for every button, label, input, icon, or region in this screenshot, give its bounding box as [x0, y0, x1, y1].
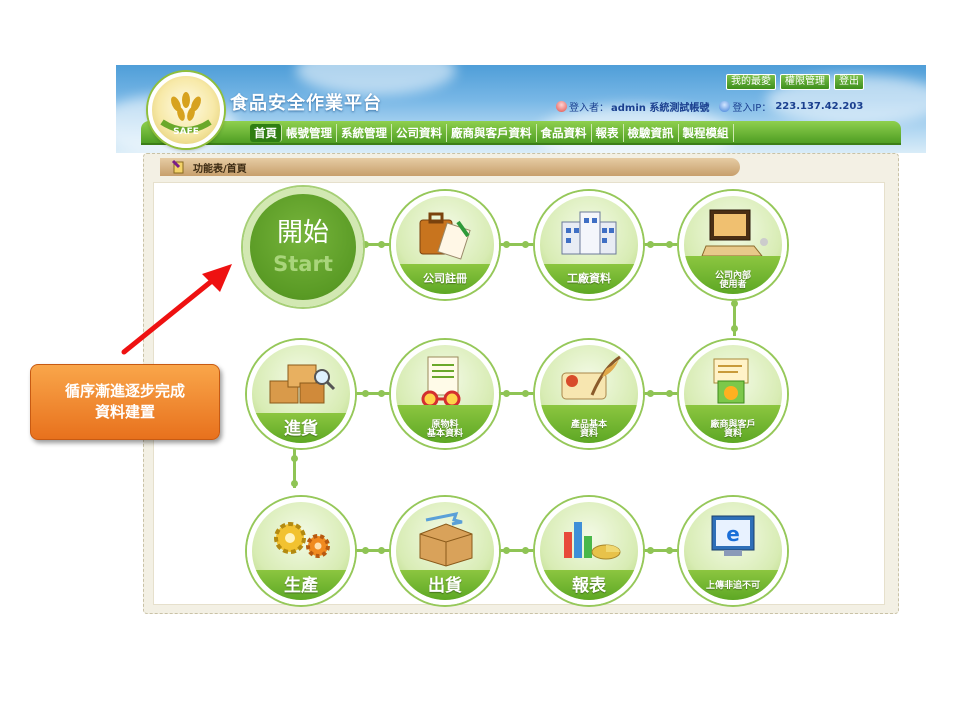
- connector-dot: [731, 325, 738, 332]
- node-vendor-customer[interactable]: 廠商與客戶 資料: [679, 340, 787, 448]
- node-raw-material[interactable]: 原物料 基本資料: [391, 340, 499, 448]
- connector-dot: [647, 390, 654, 397]
- connector-dot: [666, 241, 673, 248]
- node-label: 資料: [723, 429, 742, 439]
- nav-food[interactable]: 食品資料: [537, 124, 592, 142]
- nav-vendor-customer[interactable]: 廠商與客戶資料: [447, 124, 537, 142]
- node-label: 報表: [572, 576, 606, 596]
- connector: [355, 549, 391, 552]
- node-product-basic[interactable]: 產品基本 資料: [535, 340, 643, 448]
- connector: [355, 392, 391, 395]
- node-report[interactable]: 報表: [535, 497, 643, 605]
- shipping-box-icon: [419, 512, 473, 567]
- node-label: 上傳非追不可: [705, 581, 760, 591]
- ip-label: 登入IP：: [732, 103, 772, 114]
- favorites-link[interactable]: 我的最愛: [726, 74, 776, 90]
- connector-dot: [362, 547, 369, 554]
- bar-chart-icon: [564, 522, 621, 560]
- logo-text: SAFE: [173, 127, 199, 137]
- connector-dot: [522, 390, 529, 397]
- node-label: 資料: [579, 429, 598, 439]
- connector-dot: [291, 455, 298, 462]
- node-label: 工廠資料: [567, 272, 611, 285]
- start-label-en: Start: [273, 252, 333, 276]
- connector-dot: [362, 241, 369, 248]
- node-label: 公司註冊: [423, 272, 467, 285]
- building-icon: [561, 211, 617, 255]
- node-label: 出貨: [428, 576, 462, 596]
- node-label: 使用者: [719, 280, 747, 290]
- start-node[interactable]: 開始 Start: [243, 187, 363, 307]
- node-label: 基本資料: [426, 429, 463, 439]
- nav-process[interactable]: 製程模組: [679, 124, 734, 142]
- instruction-callout: 循序漸進逐步完成 資料建置: [30, 364, 220, 440]
- user-info: 登入者： admin 系統測試帳號 登入IP： 223.137.42.203: [556, 99, 863, 114]
- connector-dot: [503, 547, 510, 554]
- ip-icon: [719, 101, 731, 112]
- nav-inspection[interactable]: 檢驗資訊: [624, 124, 679, 142]
- nav-company[interactable]: 公司資料: [392, 124, 447, 142]
- connector-dot: [378, 241, 385, 248]
- connector-dot: [291, 480, 298, 487]
- browser-monitor-icon: e: [711, 515, 755, 556]
- connector-dot: [647, 241, 654, 248]
- node-purchase[interactable]: 進貨: [247, 340, 355, 448]
- node-shipment[interactable]: 出貨: [391, 497, 499, 605]
- gears-icon: [274, 522, 330, 558]
- breadcrumb: 功能表/首頁: [193, 164, 247, 175]
- menu-icon: [171, 159, 184, 174]
- connector-dot: [666, 547, 673, 554]
- connector-dot: [647, 547, 654, 554]
- svg-text:e: e: [726, 522, 740, 546]
- connector-dot: [731, 300, 738, 307]
- node-label: 生產: [284, 576, 318, 596]
- scroll-quill-icon: [561, 355, 621, 400]
- start-label-zh: 開始: [276, 218, 329, 248]
- safe-logo[interactable]: SAFE: [148, 72, 224, 148]
- node-upload[interactable]: e 上傳非追不可: [679, 497, 787, 605]
- nav-report[interactable]: 報表: [592, 124, 624, 142]
- logout-link[interactable]: 登出: [834, 74, 864, 90]
- connector-dot: [378, 547, 385, 554]
- node-company-register[interactable]: 公司註冊: [391, 191, 499, 299]
- red-arrow-icon: [121, 264, 232, 355]
- callout-line-1: 循序漸進逐步完成: [64, 382, 185, 400]
- breadcrumb-bar: [160, 158, 740, 176]
- nav-home[interactable]: 首頁: [250, 124, 282, 142]
- login-label: 登入者：: [569, 103, 609, 114]
- node-company-users[interactable]: 公司內部 使用者: [679, 191, 787, 299]
- card-box-icon: [713, 358, 749, 404]
- briefcase-icon: [419, 212, 471, 260]
- site-title: 食品安全作業平台: [230, 93, 382, 114]
- connector-dot: [378, 390, 385, 397]
- main-nav: 首頁 帳號管理 系統管理 公司資料 廠商與客戶資料 食品資料 報表 檢驗資訊 製…: [250, 124, 734, 142]
- permissions-link[interactable]: 權限管理: [780, 74, 830, 90]
- top-links: 我的最愛 權限管理 登出: [726, 74, 864, 90]
- connector-dot: [362, 390, 369, 397]
- nav-system[interactable]: 系統管理: [337, 124, 392, 142]
- node-factory-data[interactable]: 工廠資料: [535, 191, 643, 299]
- login-value: admin 系統測試帳號: [611, 103, 710, 114]
- connector-dot: [522, 547, 529, 554]
- ip-value: 223.137.42.203: [775, 101, 864, 112]
- computer-icon: [701, 209, 768, 257]
- node-production[interactable]: 生產: [247, 497, 355, 605]
- connector-dot: [503, 390, 510, 397]
- connector-dot: [666, 390, 673, 397]
- user-icon: [556, 101, 567, 112]
- nav-account[interactable]: 帳號管理: [282, 124, 337, 142]
- document-glasses-icon: [421, 356, 461, 408]
- connector-dot: [522, 241, 529, 248]
- connector-dot: [503, 241, 510, 248]
- boxes-icon: [269, 364, 336, 404]
- node-label: 進貨: [284, 419, 318, 439]
- callout-line-2: 資料建置: [94, 403, 155, 421]
